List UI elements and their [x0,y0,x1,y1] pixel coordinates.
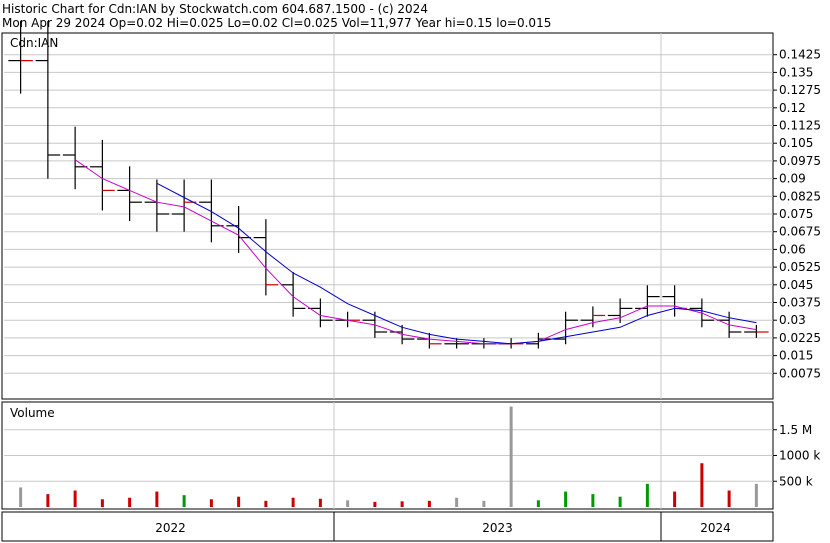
volume-bar [482,500,486,507]
volume-tick-label: 1000 k [779,449,820,463]
volume-bar [591,494,595,507]
price-tick-label: 0.075 [779,207,813,221]
volume-label: Volume [10,406,55,420]
price-panel-frame [1,32,774,400]
price-tick-label: 0.045 [779,278,813,292]
price-tick-label: 0.135 [779,65,813,79]
volume-bar [209,499,213,507]
x-axis-frame [1,511,774,542]
volume-tick-label: 1.5 M [779,423,812,437]
volume-bar [536,500,540,507]
year-label: 2022 [155,521,186,535]
price-tick-label: 0.0525 [779,260,821,274]
price-tick-label: 0.0675 [779,225,821,239]
volume-bar [346,500,350,507]
volume-bar [100,499,104,507]
volume-bar [727,490,731,507]
volume-bar [237,496,241,507]
price-tick-label: 0.12 [779,101,806,115]
stock-chart: 0.1425 0.135 0.1275 0.12 0.1125 0.105 0.0975 0.… [1,20,821,542]
price-tick-label: 0.03 [779,313,806,327]
volume-bar [318,498,322,507]
price-tick-label: 0.105 [779,136,813,150]
volume-bar [19,487,23,507]
volume-bar [155,491,159,507]
volume-bar [700,463,704,507]
price-tick-label: 0.015 [779,349,813,363]
volume-bar [645,483,649,507]
price-tick-label: 0.1425 [779,48,821,62]
volume-bar [373,501,377,507]
volume-bar [264,500,268,507]
volume-bar [673,491,677,507]
volume-bar [509,406,513,507]
price-tick-label: 0.0375 [779,296,821,310]
volume-bar [400,501,404,507]
price-tick-label: 0.0975 [779,154,821,168]
price-tick-label: 0.1275 [779,83,821,97]
volume-bar [73,490,77,507]
volume-bar [427,500,431,507]
volume-bar [46,494,50,507]
volume-bar [128,497,132,507]
price-tick-label: 0.1125 [779,119,821,133]
year-label: 2023 [482,521,513,535]
volume-bar [754,483,758,507]
year-label: 2024 [700,521,731,535]
price-tick-label: 0.0825 [779,189,821,203]
volume-bar [291,497,295,507]
price-tick-label: 0.0225 [779,331,821,345]
volume-tick-label: 500 k [779,474,813,488]
symbol-label: Cdn:IAN [10,36,58,50]
price-tick-label: 0.0075 [779,366,821,380]
volume-bar [564,491,568,507]
volume-bar [182,495,186,507]
price-tick-label: 0.06 [779,242,806,256]
volume-bar [455,497,459,507]
price-tick-label: 0.09 [779,172,806,186]
volume-bar [618,496,622,507]
